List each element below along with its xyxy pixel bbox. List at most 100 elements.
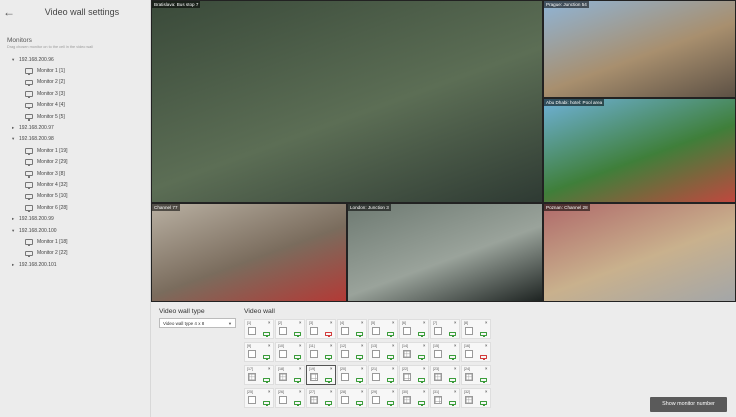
video-wall-cell[interactable]: [6] × (399, 319, 429, 339)
show-monitor-number-button[interactable]: Show monitor number (650, 397, 727, 412)
monitor-item[interactable]: Monitor 1 [18] (0, 236, 150, 247)
layout-icon[interactable] (248, 373, 256, 381)
layout-icon[interactable] (372, 396, 380, 404)
video-wall-cell[interactable]: [21] × (368, 365, 398, 385)
video-wall-cell[interactable]: [28] × (337, 388, 367, 408)
caret-down-icon[interactable]: ▾ (12, 228, 19, 234)
video-wall-cell[interactable]: [31] × (430, 388, 460, 408)
close-icon[interactable]: × (361, 320, 364, 325)
layout-icon[interactable] (465, 327, 473, 335)
server-node[interactable]: ▸ 192.168.200.99 (0, 213, 150, 224)
video-wall-cell[interactable]: [25] × (244, 388, 274, 408)
server-node[interactable]: ▾ 192.168.200.98 (0, 134, 150, 145)
close-icon[interactable]: × (361, 343, 364, 348)
layout-icon[interactable] (310, 350, 318, 358)
layout-icon[interactable] (248, 350, 256, 358)
video-wall-cell[interactable]: [23] × (430, 365, 460, 385)
close-icon[interactable]: × (268, 320, 271, 325)
layout-icon[interactable] (279, 327, 287, 335)
server-node[interactable]: ▸ 192.168.200.97 (0, 122, 150, 133)
video-wall-cell[interactable]: [2] × (275, 319, 305, 339)
video-wall-cell[interactable]: [29] × (368, 388, 398, 408)
layout-icon[interactable] (465, 350, 473, 358)
close-icon[interactable]: × (392, 343, 395, 348)
close-icon[interactable]: × (299, 320, 302, 325)
video-wall-cell[interactable]: [30] × (399, 388, 429, 408)
close-icon[interactable]: × (454, 320, 457, 325)
server-node[interactable]: ▾ 192.168.200.100 (0, 225, 150, 236)
monitor-item[interactable]: Monitor 4 [32] (0, 179, 150, 190)
caret-down-icon[interactable]: ▾ (12, 136, 19, 142)
video-wall-cell[interactable]: [9] × (244, 342, 274, 362)
caret-right-icon[interactable]: ▸ (12, 262, 19, 268)
close-icon[interactable]: × (268, 343, 271, 348)
video-wall-cell[interactable]: [17] × (244, 365, 274, 385)
close-icon[interactable]: × (392, 320, 395, 325)
camera-tile[interactable]: London: Junction 3 (347, 203, 543, 302)
close-icon[interactable]: × (392, 366, 395, 371)
layout-icon[interactable] (248, 396, 256, 404)
close-icon[interactable]: × (299, 389, 302, 394)
layout-icon[interactable] (341, 327, 349, 335)
close-icon[interactable]: × (423, 343, 426, 348)
layout-icon[interactable] (279, 396, 287, 404)
monitor-item[interactable]: Monitor 2 [29] (0, 157, 150, 168)
close-icon[interactable]: × (361, 389, 364, 394)
monitor-item[interactable]: Monitor 3 [3] (0, 88, 150, 99)
close-icon[interactable]: × (392, 389, 395, 394)
layout-icon[interactable] (310, 396, 318, 404)
video-wall-cell[interactable]: [14] × (399, 342, 429, 362)
video-wall-cell[interactable]: [8] × (461, 319, 491, 339)
monitor-item[interactable]: Monitor 5 [10] (0, 191, 150, 202)
monitor-item[interactable]: Monitor 5 [5] (0, 111, 150, 122)
close-icon[interactable]: × (268, 389, 271, 394)
layout-icon[interactable] (403, 373, 411, 381)
camera-tile[interactable]: Abu Dhabi: hotel: Pool area (543, 98, 736, 203)
video-wall-cell[interactable]: [18] × (275, 365, 305, 385)
video-wall-cell[interactable]: [7] × (430, 319, 460, 339)
layout-icon[interactable] (465, 396, 473, 404)
caret-right-icon[interactable]: ▸ (12, 125, 19, 131)
camera-tile[interactable]: Bratislava: Bus stop 7 (151, 0, 543, 203)
layout-icon[interactable] (434, 327, 442, 335)
monitor-item[interactable]: Monitor 1 [1] (0, 65, 150, 76)
video-wall-cell[interactable]: [4] × (337, 319, 367, 339)
video-wall-cell[interactable]: [20] × (337, 365, 367, 385)
caret-right-icon[interactable]: ▸ (12, 216, 19, 222)
layout-icon[interactable] (248, 327, 256, 335)
close-icon[interactable]: × (330, 389, 333, 394)
close-icon[interactable]: × (330, 366, 333, 371)
video-wall-cell[interactable]: [27] × (306, 388, 336, 408)
camera-tile[interactable]: Prague: Junction 54 (543, 0, 736, 98)
video-wall-cell[interactable]: [22] × (399, 365, 429, 385)
layout-icon[interactable] (434, 373, 442, 381)
monitor-item[interactable]: Monitor 2 [2] (0, 77, 150, 88)
caret-down-icon[interactable]: ▾ (12, 57, 19, 63)
close-icon[interactable]: × (454, 389, 457, 394)
layout-icon[interactable] (279, 350, 287, 358)
close-icon[interactable]: × (268, 366, 271, 371)
layout-icon[interactable] (310, 373, 318, 381)
layout-icon[interactable] (341, 373, 349, 381)
close-icon[interactable]: × (485, 343, 488, 348)
monitor-item[interactable]: Monitor 6 [28] (0, 202, 150, 213)
layout-icon[interactable] (465, 373, 473, 381)
close-icon[interactable]: × (454, 366, 457, 371)
layout-icon[interactable] (372, 373, 380, 381)
video-wall-cell[interactable]: [19] × (306, 365, 336, 385)
monitor-item[interactable]: Monitor 4 [4] (0, 100, 150, 111)
layout-icon[interactable] (403, 396, 411, 404)
close-icon[interactable]: × (361, 366, 364, 371)
server-node[interactable]: ▾ 192.168.200.96 (0, 54, 150, 65)
layout-icon[interactable] (372, 327, 380, 335)
close-icon[interactable]: × (330, 320, 333, 325)
layout-icon[interactable] (403, 327, 411, 335)
monitor-item[interactable]: Monitor 2 [22] (0, 248, 150, 259)
video-wall-cell[interactable]: [32] × (461, 388, 491, 408)
close-icon[interactable]: × (485, 320, 488, 325)
layout-icon[interactable] (403, 350, 411, 358)
monitor-item[interactable]: Monitor 1 [19] (0, 145, 150, 156)
monitor-item[interactable]: Monitor 3 [8] (0, 168, 150, 179)
close-icon[interactable]: × (299, 366, 302, 371)
video-wall-cell[interactable]: [12] × (337, 342, 367, 362)
